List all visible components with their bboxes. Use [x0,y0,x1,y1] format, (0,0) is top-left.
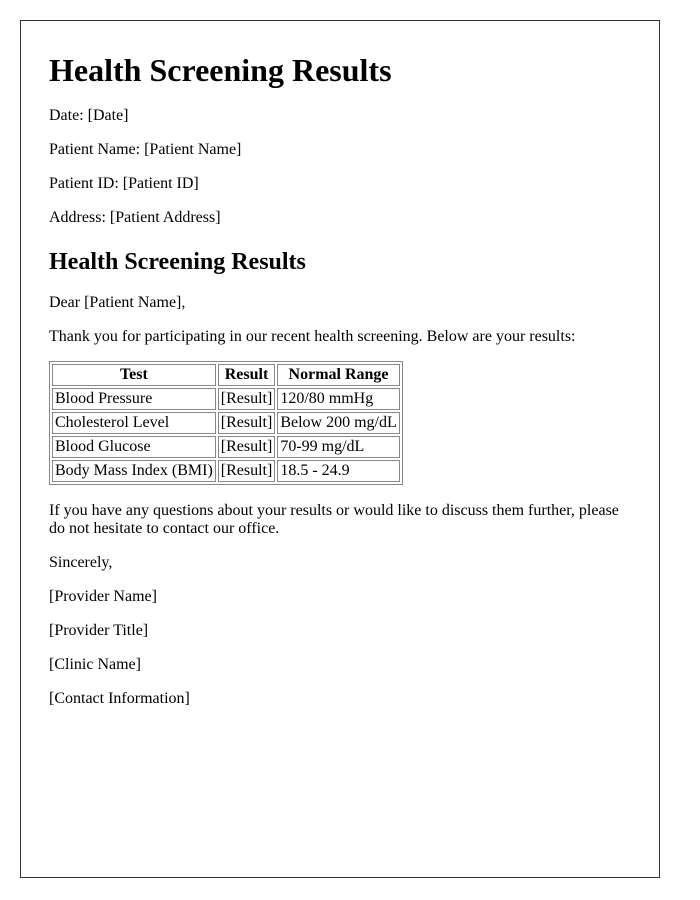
header-result: Result [217,364,276,386]
cell-test: Cholesterol Level [52,412,216,434]
patient-id-field: Patient ID: [Patient ID] [49,175,199,192]
cell-test: Blood Glucose [52,436,216,458]
cell-result: [Result] [217,436,276,458]
table-row: Body Mass Index (BMI) [Result] 18.5 - 24… [52,460,400,482]
cell-result: [Result] [217,412,276,434]
address-field: Address: [Patient Address] [49,209,221,226]
cell-test: Body Mass Index (BMI) [52,460,216,482]
table-row: Cholesterol Level [Result] Below 200 mg/… [52,412,400,434]
table-row: Blood Pressure [Result] 120/80 mmHg [52,388,400,410]
table-header-row: Test Result Normal Range [52,364,400,386]
provider-title: [Provider Title] [49,622,149,639]
signoff: Sincerely, [49,554,113,571]
page-title: Health Screening Results [49,52,392,88]
cell-range: 70-99 mg/dL [277,436,400,458]
table-row: Blood Glucose [Result] 70-99 mg/dL [52,436,400,458]
cell-result: [Result] [217,460,276,482]
salutation: Dear [Patient Name], [49,294,186,311]
cell-range: 18.5 - 24.9 [277,460,400,482]
cell-result: [Result] [217,388,276,410]
cell-range: Below 200 mg/dL [277,412,400,434]
cell-test: Blood Pressure [52,388,216,410]
closing-paragraph: If you have any questions about your res… [49,502,619,537]
patient-name-field: Patient Name: [Patient Name] [49,141,242,158]
header-normal-range: Normal Range [277,364,400,386]
intro-paragraph: Thank you for participating in our recen… [49,328,576,345]
header-test: Test [52,364,216,386]
clinic-name: [Clinic Name] [49,656,141,673]
letter-page: Health Screening Results Date: [Date] Pa… [20,20,660,878]
provider-name: [Provider Name] [49,588,157,605]
date-field: Date: [Date] [49,107,129,124]
results-table: Test Result Normal Range Blood Pressure … [49,361,403,485]
contact-information: [Contact Information] [49,690,190,707]
section-title: Health Screening Results [49,249,306,275]
cell-range: 120/80 mmHg [277,388,400,410]
